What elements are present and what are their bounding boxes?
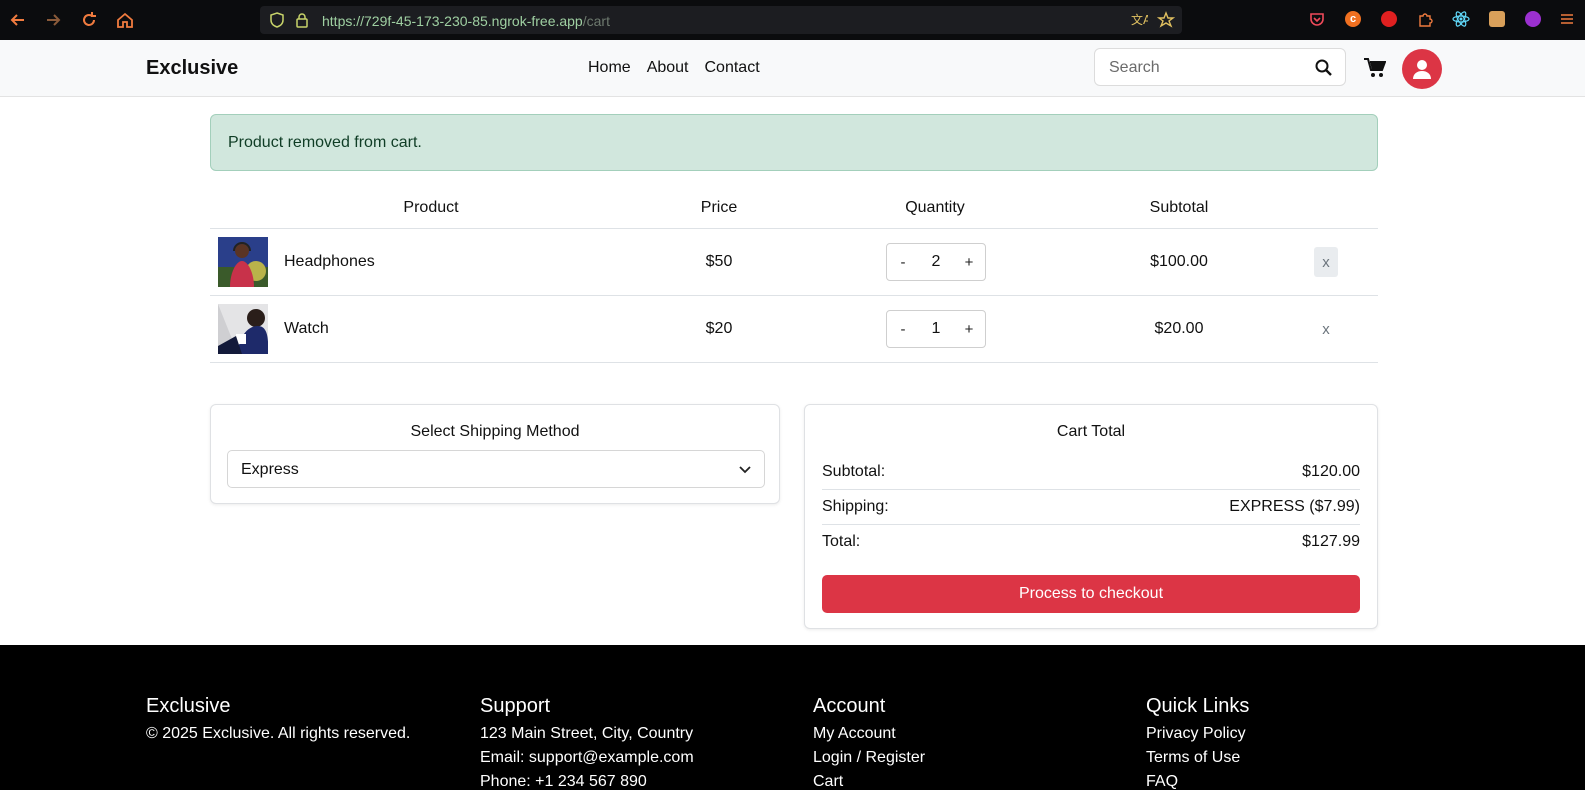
nav-home[interactable]: Home (588, 59, 631, 77)
decrease-quantity-button[interactable]: - (887, 311, 919, 347)
footer-email[interactable]: Email: support@example.com (480, 749, 694, 766)
footer-quick-links-column: Quick Links Privacy Policy Terms of Use … (1146, 695, 1249, 790)
svg-text:文A: 文A (1131, 12, 1148, 27)
total-label: Total: (822, 533, 861, 550)
search-input[interactable] (1107, 57, 1311, 79)
footer-link-terms-of-use[interactable]: Terms of Use (1146, 749, 1249, 766)
product-name: Watch (284, 320, 329, 337)
footer-link-privacy-policy[interactable]: Privacy Policy (1146, 725, 1249, 742)
url-text: https://729f-45-173-230-85.ngrok-free.ap… (322, 13, 610, 29)
shield-icon (269, 12, 285, 33)
footer-quick-links-title: Quick Links (1146, 695, 1250, 717)
row-subtotal: $20.00 (1154, 320, 1204, 337)
product-image-headphones[interactable] (218, 237, 268, 287)
reload-icon[interactable] (78, 9, 100, 31)
column-header-price: Price (700, 199, 738, 216)
nav-contact[interactable]: Contact (705, 59, 760, 77)
alert-message: Product removed from cart. (228, 134, 422, 151)
shipping-method-select[interactable]: Express (227, 450, 765, 488)
selected-shipping-method: Express (241, 461, 299, 478)
table-row: Headphones $50 - 2 + $100.00 x (210, 229, 1378, 296)
subtotal-row: Subtotal: $120.00 (822, 454, 1360, 490)
quantity-stepper: - 1 + (886, 310, 986, 348)
c-extension-icon[interactable]: c (1343, 9, 1363, 29)
address-bar[interactable]: https://729f-45-173-230-85.ngrok-free.ap… (260, 6, 1182, 34)
total-value: $127.99 (1302, 533, 1360, 550)
remove-item-button[interactable]: x (1314, 314, 1338, 344)
cart-total-card: Cart Total Subtotal: $120.00 Shipping: E… (804, 404, 1378, 629)
quantity-stepper: - 2 + (886, 243, 986, 281)
stop-hand-icon[interactable] (1379, 9, 1399, 29)
bookmark-star-icon[interactable] (1156, 11, 1176, 34)
shipping-row: Shipping: EXPRESS ($7.99) (822, 489, 1360, 525)
quantity-value: 1 (931, 320, 941, 337)
footer-link-login-register[interactable]: Login / Register (813, 749, 925, 766)
quantity-value: 2 (931, 253, 941, 270)
subtotal-value: $120.00 (1302, 463, 1360, 480)
search-box (1094, 48, 1346, 86)
total-row: Total: $127.99 (822, 524, 1360, 560)
checkout-button[interactable]: Process to checkout (822, 575, 1360, 613)
remove-item-button[interactable]: x (1314, 247, 1338, 277)
increase-quantity-button[interactable]: + (953, 311, 985, 347)
footer-phone[interactable]: Phone: +1 234 567 890 (480, 773, 694, 790)
decrease-quantity-button[interactable]: - (887, 244, 919, 280)
browser-toolbar: https://729f-45-173-230-85.ngrok-free.ap… (0, 0, 1585, 40)
cart-total-title: Cart Total (1056, 423, 1126, 440)
footer-copyright: © 2025 Exclusive. All rights reserved. (146, 725, 411, 742)
footer-support-column: Support 123 Main Street, City, Country E… (480, 695, 694, 790)
extension-badge-icon[interactable] (1487, 9, 1507, 29)
user-avatar[interactable] (1402, 49, 1442, 89)
row-divider (210, 362, 1378, 363)
column-header-product: Product (403, 199, 459, 216)
lock-icon (295, 12, 309, 33)
footer-link-my-account[interactable]: My Account (813, 725, 925, 742)
product-price: $50 (705, 253, 733, 270)
forward-arrow-icon[interactable] (42, 9, 64, 31)
back-arrow-icon[interactable] (7, 9, 29, 31)
shipping-method-card: Select Shipping Method Express (210, 404, 780, 504)
product-price: $20 (705, 320, 733, 337)
home-icon[interactable] (114, 9, 136, 31)
main-nav: Home About Contact (588, 59, 760, 77)
subtotal-label: Subtotal: (822, 463, 886, 480)
chevron-down-icon (738, 463, 752, 482)
footer-support-title: Support (480, 695, 551, 717)
product-image-watch[interactable] (218, 304, 268, 354)
footer-brand-column: Exclusive © 2025 Exclusive. All rights r… (146, 695, 410, 742)
nav-about[interactable]: About (647, 59, 689, 77)
purple-extension-icon[interactable] (1523, 9, 1543, 29)
shipping-value: EXPRESS ($7.99) (1229, 498, 1360, 515)
table-row: Watch $20 - 1 + $20.00 x (210, 296, 1378, 363)
site-footer: Exclusive © 2025 Exclusive. All rights r… (0, 645, 1585, 790)
search-icon[interactable] (1315, 59, 1332, 81)
shipping-label: Shipping: (822, 498, 889, 515)
footer-account-title: Account (813, 695, 886, 717)
shipping-title: Select Shipping Method (410, 423, 580, 440)
user-icon (1413, 60, 1431, 79)
site-header: Exclusive Home About Contact (0, 40, 1585, 97)
translate-icon[interactable]: 文A (1130, 11, 1152, 34)
pocket-icon[interactable] (1307, 9, 1327, 29)
footer-link-cart[interactable]: Cart (813, 773, 925, 790)
row-subtotal: $100.00 (1150, 253, 1208, 270)
puzzle-extensions-icon[interactable] (1415, 9, 1435, 29)
footer-address: 123 Main Street, City, Country (480, 725, 694, 742)
menu-icon[interactable] (1557, 9, 1577, 29)
column-header-subtotal: Subtotal (1149, 199, 1209, 216)
react-devtools-icon[interactable] (1451, 9, 1471, 29)
brand-logo[interactable]: Exclusive (146, 57, 238, 80)
success-alert: Product removed from cart. (210, 114, 1378, 171)
footer-account-column: Account My Account Login / Register Cart (813, 695, 925, 790)
cart-icon[interactable] (1364, 58, 1387, 83)
column-header-quantity: Quantity (905, 199, 965, 216)
footer-link-faq[interactable]: FAQ (1146, 773, 1249, 790)
increase-quantity-button[interactable]: + (953, 244, 985, 280)
product-name: Headphones (284, 253, 375, 270)
footer-brand-title: Exclusive (146, 695, 231, 717)
